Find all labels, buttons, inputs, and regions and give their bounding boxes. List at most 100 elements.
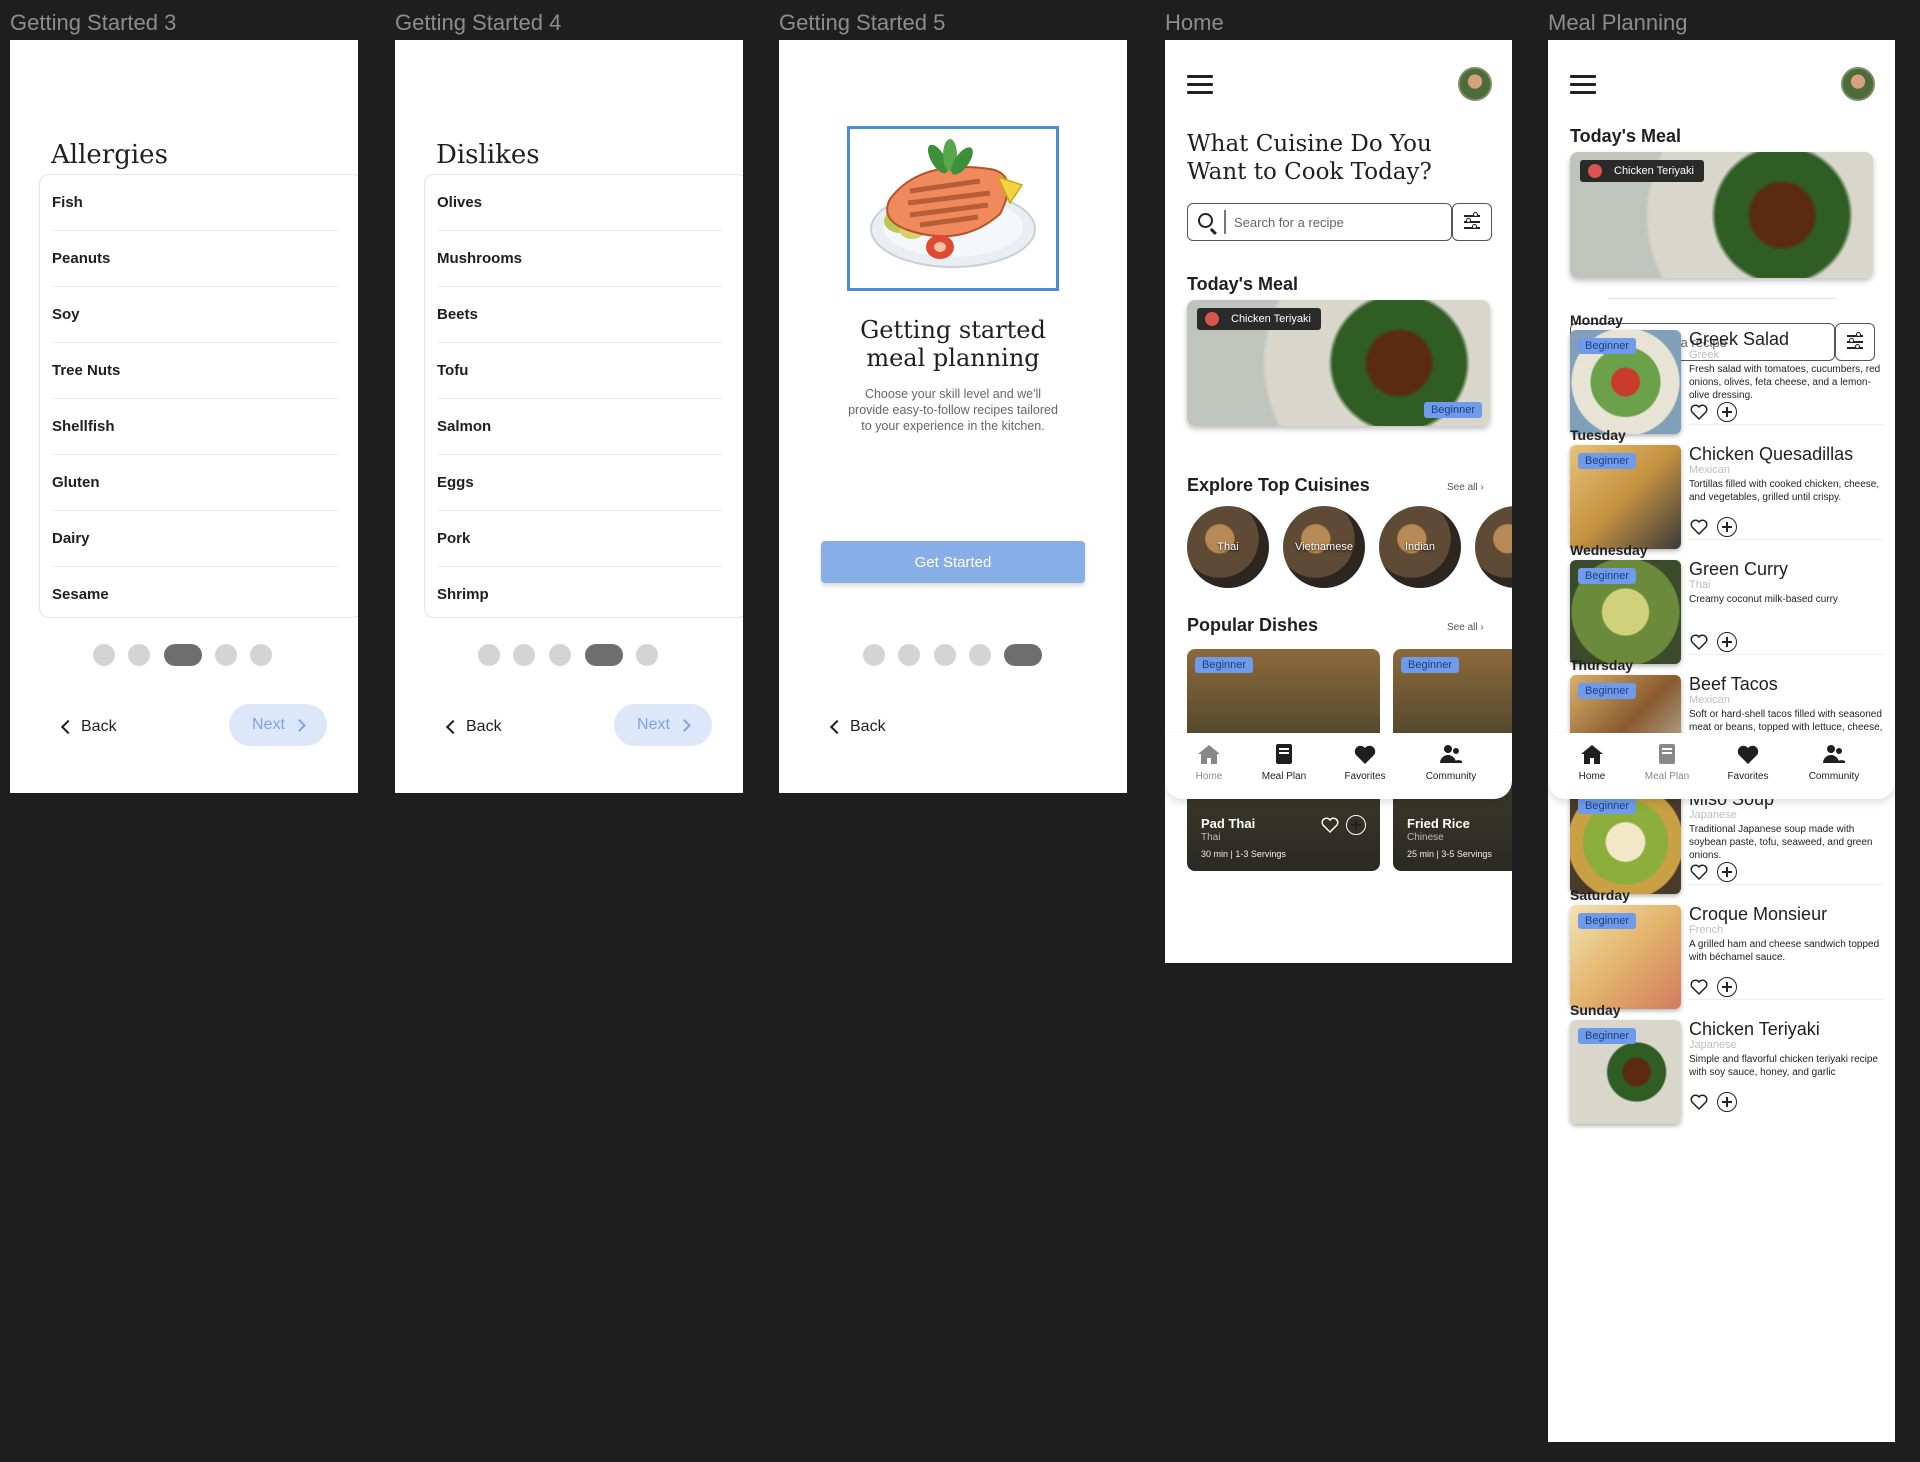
difficulty-badge: Beginner	[1401, 657, 1460, 673]
menu-icon[interactable]	[1187, 75, 1213, 94]
list-item[interactable]: Dairy	[52, 511, 338, 567]
meal-description: Traditional Japanese soup made with soyb…	[1689, 824, 1873, 861]
list-item[interactable]: Tree Nuts	[52, 343, 338, 399]
nav-community[interactable]: Community	[1416, 743, 1486, 782]
add-icon[interactable]	[1717, 632, 1737, 652]
dish-cuisine: Thai	[1201, 832, 1221, 843]
heart-outline-icon[interactable]	[1689, 632, 1709, 652]
heart-outline-icon[interactable]	[1320, 815, 1340, 835]
list-item[interactable]: Mushrooms	[437, 231, 723, 287]
page-title: Allergies	[51, 140, 168, 170]
description-line: provide easy-to-follow recipes tailored	[848, 403, 1058, 417]
cuisine-indian[interactable]: Indian	[1379, 506, 1461, 588]
add-icon[interactable]	[1717, 862, 1737, 882]
page-dot-active	[164, 644, 202, 666]
meal-image[interactable]: Beginner	[1570, 445, 1681, 549]
heart-outline-icon[interactable]	[1689, 402, 1709, 422]
list-item[interactable]: Salmon	[437, 399, 723, 455]
list-item[interactable]: Tofu	[437, 343, 723, 399]
meal-actions	[1689, 632, 1737, 652]
filter-button[interactable]	[1835, 323, 1875, 361]
meal-cuisine: Greek	[1689, 349, 1719, 361]
back-button[interactable]: Back	[59, 718, 117, 736]
list-item[interactable]: Olives	[437, 175, 723, 231]
heart-outline-icon[interactable]	[1689, 517, 1709, 537]
todays-meal-card[interactable]: Chicken Teriyaki Beginner	[1187, 300, 1490, 426]
day-label: Sunday	[1570, 1002, 1621, 1018]
dislike-list: Olives Mushrooms Beets Tofu Salmon Eggs …	[424, 174, 743, 618]
list-item[interactable]: Eggs	[437, 455, 723, 511]
frame-label-home: Home	[1165, 10, 1224, 35]
back-label: Back	[81, 718, 117, 735]
page-dot-active	[585, 644, 623, 666]
list-item[interactable]: Sesame	[52, 567, 338, 623]
cuisine-more[interactable]	[1475, 506, 1512, 588]
page-dot	[513, 644, 535, 666]
meal-description: Tortillas filled with cooked chicken, ch…	[1689, 479, 1880, 503]
heading-line: Getting started	[860, 316, 1046, 344]
section-title-explore: Explore Top Cuisines	[1187, 475, 1370, 495]
todays-meal-card[interactable]: Chicken Teriyaki	[1570, 152, 1873, 278]
nav-favorites[interactable]: Favorites	[1713, 743, 1783, 782]
next-button[interactable]: Next	[229, 704, 327, 746]
meal-image[interactable]: Beginner	[1570, 330, 1681, 434]
page-dot	[863, 644, 885, 666]
cuisine-vietnamese[interactable]: Vietnamese	[1283, 506, 1365, 588]
chevron-right-icon	[293, 718, 306, 732]
page-dot	[93, 644, 115, 666]
page-dot	[478, 644, 500, 666]
meal-image[interactable]: Beginner	[1570, 1020, 1681, 1124]
get-started-button[interactable]: Get Started	[821, 541, 1085, 583]
divider	[1688, 424, 1884, 425]
divider	[1224, 210, 1226, 234]
meal-image[interactable]: Beginner	[1570, 905, 1681, 1009]
difficulty-badge: Beginner	[1578, 683, 1637, 699]
add-icon[interactable]	[1717, 517, 1737, 537]
heart-outline-icon[interactable]	[1689, 1092, 1709, 1112]
dish-name: Fried Rice	[1407, 816, 1470, 831]
see-all-link[interactable]: See all ›	[1447, 482, 1484, 493]
add-icon[interactable]	[1346, 815, 1366, 835]
list-item[interactable]: Pork	[437, 511, 723, 567]
avatar[interactable]	[1458, 67, 1492, 101]
list-item[interactable]: Soy	[52, 287, 338, 343]
heart-outline-icon[interactable]	[1689, 977, 1709, 997]
list-item[interactable]: Peanuts	[52, 231, 338, 287]
page-indicator	[395, 644, 743, 666]
next-button[interactable]: Next	[614, 704, 712, 746]
meal-description: Fresh salad with tomatoes, cucumbers, re…	[1689, 364, 1881, 401]
meal-image[interactable]: Beginner	[1570, 790, 1681, 894]
cuisine-thai[interactable]: Thai	[1187, 506, 1269, 588]
back-button[interactable]: Back	[444, 718, 502, 736]
menu-icon[interactable]	[1570, 75, 1596, 94]
filter-button[interactable]	[1452, 203, 1492, 241]
list-item[interactable]: Shrimp	[437, 567, 723, 623]
meal-name-tag: Chicken Teriyaki	[1580, 160, 1704, 182]
list-item[interactable]: Beets	[437, 287, 723, 343]
add-icon[interactable]	[1717, 1092, 1737, 1112]
avatar[interactable]	[1841, 67, 1875, 101]
next-label: Next	[252, 716, 285, 733]
page-dot	[898, 644, 920, 666]
add-icon[interactable]	[1717, 402, 1737, 422]
back-button[interactable]: Back	[828, 718, 886, 736]
meal-cuisine: Japanese	[1689, 1039, 1737, 1051]
screen-getting-started-5: Getting started meal planning Choose you…	[779, 40, 1127, 793]
search-placeholder: Search for a recipe	[1234, 215, 1344, 230]
nav-favorites[interactable]: Favorites	[1330, 743, 1400, 782]
heart-outline-icon[interactable]	[1689, 862, 1709, 882]
list-item[interactable]: Shellfish	[52, 399, 338, 455]
nav-meal-plan[interactable]: Meal Plan	[1632, 743, 1702, 782]
list-item[interactable]: Fish	[52, 175, 338, 231]
nav-home[interactable]: Home	[1557, 743, 1627, 782]
meal-image[interactable]: Beginner	[1570, 560, 1681, 664]
page-indicator	[10, 644, 358, 666]
nav-meal-plan[interactable]: Meal Plan	[1249, 743, 1319, 782]
nav-home[interactable]: Home	[1174, 743, 1244, 782]
see-all-link[interactable]: See all ›	[1447, 622, 1484, 633]
search-input[interactable]: Search for a recipe	[1187, 203, 1452, 241]
add-icon[interactable]	[1717, 977, 1737, 997]
nav-community[interactable]: Community	[1799, 743, 1869, 782]
page-dot	[215, 644, 237, 666]
list-item[interactable]: Gluten	[52, 455, 338, 511]
